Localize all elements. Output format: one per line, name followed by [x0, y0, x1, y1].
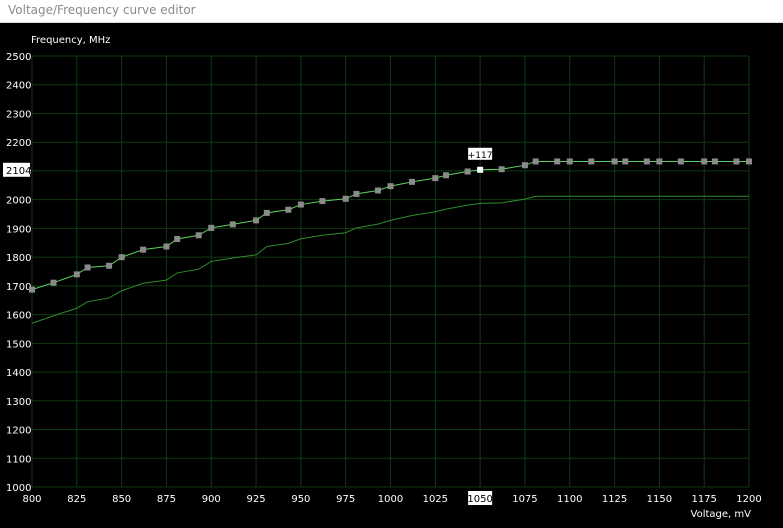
curve-point[interactable]: [140, 246, 147, 253]
x-tick-label: 1025: [423, 494, 448, 505]
y-tick-label: 2400: [6, 81, 31, 92]
selected-y-label: 2104: [6, 166, 31, 177]
curve-point[interactable]: [353, 190, 360, 197]
x-tick-label: 875: [157, 494, 176, 505]
x-tick-label: 950: [291, 494, 310, 505]
x-axis-title: Voltage, mV: [691, 509, 752, 520]
x-tick-label: 900: [202, 494, 221, 505]
x-tick-label: 1150: [647, 494, 672, 505]
curve-point[interactable]: [566, 158, 573, 165]
vf-curve-chart-area[interactable]: 1000 1100 1200 1300 1400 1500 1600 1700 1800 1900…: [0, 23, 783, 528]
y-tick-label: 1900: [6, 224, 31, 235]
curve-point[interactable]: [106, 262, 113, 269]
curve-point[interactable]: [84, 264, 91, 271]
x-tick-label: 1200: [736, 494, 761, 505]
curve-point[interactable]: [677, 158, 684, 165]
curve-point[interactable]: [409, 178, 416, 185]
curve-point[interactable]: [498, 166, 505, 173]
curve-point[interactable]: [554, 158, 561, 165]
curve-point[interactable]: [746, 158, 752, 165]
y-tick-label: 2200: [6, 138, 31, 149]
curve-point[interactable]: [174, 236, 181, 243]
curve-point[interactable]: [588, 158, 595, 165]
y-tick-label: 2000: [6, 196, 31, 207]
x-tick-label: 1100: [557, 494, 582, 505]
x-tick-label: 925: [247, 494, 266, 505]
curve-point[interactable]: [643, 158, 650, 165]
y-tick-label: 1100: [6, 454, 31, 465]
curve-point[interactable]: [263, 209, 270, 216]
vf-curve-chart[interactable]: 1000 1100 1200 1300 1400 1500 1600 1700 1800 1900…: [0, 23, 783, 528]
offset-label: +117: [468, 151, 493, 161]
curve-point[interactable]: [319, 198, 326, 205]
curve-point[interactable]: [29, 286, 35, 293]
curve-point[interactable]: [118, 254, 125, 261]
curve-point[interactable]: [342, 195, 349, 202]
curve-point[interactable]: [208, 224, 215, 231]
y-tick-label: 1600: [6, 311, 31, 322]
y-tick-label: 1200: [6, 426, 31, 437]
curve-point[interactable]: [532, 158, 539, 165]
curve-point[interactable]: [711, 158, 718, 165]
y-tick-label: 1700: [6, 282, 31, 293]
window-title: Voltage/Frequency curve editor: [8, 3, 196, 17]
x-tick-label: 975: [336, 494, 355, 505]
curve-point[interactable]: [73, 271, 80, 278]
curve-point[interactable]: [443, 172, 450, 179]
curve-point[interactable]: [163, 243, 170, 250]
curve-point[interactable]: [611, 158, 618, 165]
title-bar[interactable]: Voltage/Frequency curve editor: [0, 0, 783, 23]
curve-point[interactable]: [374, 187, 381, 194]
selected-x-label: 1050: [467, 494, 492, 505]
y-tick-label: 1800: [6, 253, 31, 264]
x-tick-label: 1075: [512, 494, 537, 505]
curve-point[interactable]: [387, 183, 394, 190]
y-axis-title: Frequency, MHz: [31, 35, 110, 46]
curve-point[interactable]: [285, 206, 292, 213]
y-tick-label: 2500: [6, 52, 31, 63]
curve-point[interactable]: [195, 232, 202, 239]
y-tick-label: 1400: [6, 368, 31, 379]
curve-point[interactable]: [297, 201, 304, 208]
x-tick-label: 1125: [602, 494, 627, 505]
curve-point[interactable]: [464, 168, 471, 175]
y-tick-label: 1000: [6, 483, 31, 494]
y-tick-label: 1300: [6, 397, 31, 408]
curve-point[interactable]: [50, 279, 57, 286]
curve-point[interactable]: [733, 158, 740, 165]
selected-curve-point[interactable]: [477, 166, 484, 173]
curve-point[interactable]: [521, 162, 528, 169]
curve-point[interactable]: [432, 175, 439, 182]
x-tick-label: 825: [67, 494, 86, 505]
x-tick-label: 1000: [378, 494, 403, 505]
curve-point[interactable]: [656, 158, 663, 165]
curve-point[interactable]: [622, 158, 629, 165]
curve-point[interactable]: [701, 158, 708, 165]
y-tick-label: 1500: [6, 339, 31, 350]
y-tick-label: 2300: [6, 109, 31, 120]
curve-point[interactable]: [253, 217, 260, 224]
x-tick-label: 1175: [691, 494, 716, 505]
x-tick-label: 800: [22, 494, 41, 505]
x-tick-label: 850: [112, 494, 131, 505]
curve-editor-window: Voltage/Frequency curve editor 1000 1100 1…: [0, 0, 783, 528]
curve-point[interactable]: [229, 221, 236, 228]
